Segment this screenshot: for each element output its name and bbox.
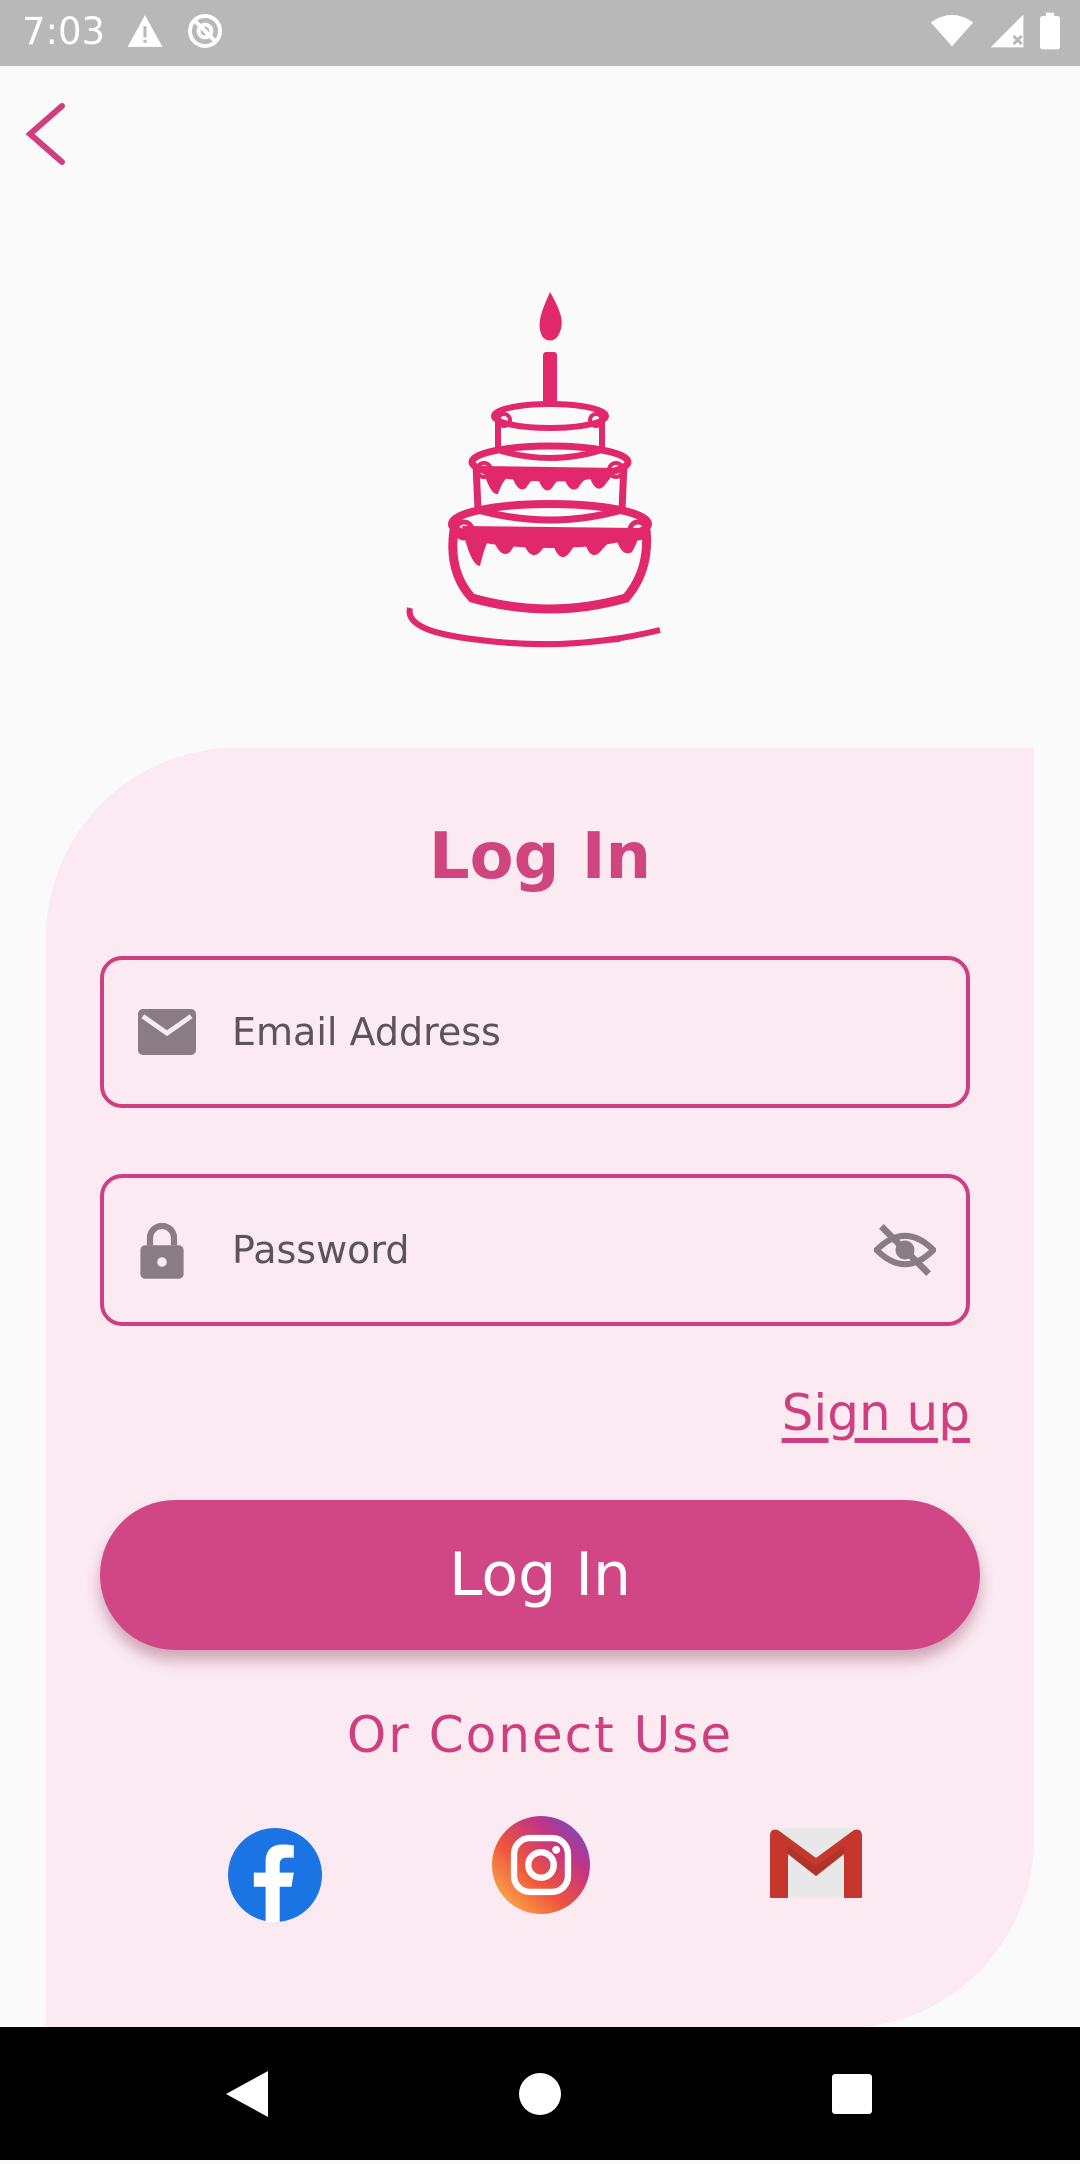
status-time: 7:03 xyxy=(22,10,106,53)
or-connect-label: Or Conect Use xyxy=(346,1706,734,1764)
facebook-icon[interactable] xyxy=(228,1828,322,1922)
back-button[interactable] xyxy=(18,92,82,176)
gmail-icon[interactable] xyxy=(770,1828,862,1898)
status-right-icons xyxy=(930,12,1060,50)
login-card: Log In Sign up Log In Or Conect Use xyxy=(46,748,1034,2028)
home-circle-icon xyxy=(519,2073,561,2115)
navigation-bar xyxy=(0,2027,1080,2160)
nav-back-button[interactable] xyxy=(176,2027,316,2160)
eye-off-icon[interactable] xyxy=(874,1224,936,1276)
nav-recents-button[interactable] xyxy=(782,2027,922,2160)
birthday-cake-logo xyxy=(400,290,680,660)
warning-icon xyxy=(127,15,163,47)
nav-home-button[interactable] xyxy=(470,2027,610,2160)
password-input[interactable] xyxy=(232,1178,792,1322)
email-input[interactable] xyxy=(232,960,792,1104)
status-left-icons xyxy=(126,12,224,50)
chevron-left-icon xyxy=(25,103,65,165)
no-sync-icon xyxy=(187,13,223,49)
sign-up-link[interactable]: Sign up xyxy=(782,1384,970,1442)
page-title: Log In xyxy=(428,820,652,894)
wifi-icon xyxy=(930,14,974,47)
recents-square-icon xyxy=(832,2074,872,2114)
lock-icon xyxy=(140,1222,184,1279)
mail-icon xyxy=(138,1009,196,1055)
battery-icon xyxy=(1040,12,1060,50)
log-in-button[interactable]: Log In xyxy=(100,1500,980,1650)
status-bar: 7:03 xyxy=(0,0,1080,66)
email-field-container[interactable] xyxy=(100,956,970,1108)
password-field-container[interactable] xyxy=(100,1174,970,1326)
back-triangle-icon xyxy=(226,2071,268,2117)
signal-icon xyxy=(990,14,1024,48)
instagram-icon[interactable] xyxy=(492,1816,590,1914)
